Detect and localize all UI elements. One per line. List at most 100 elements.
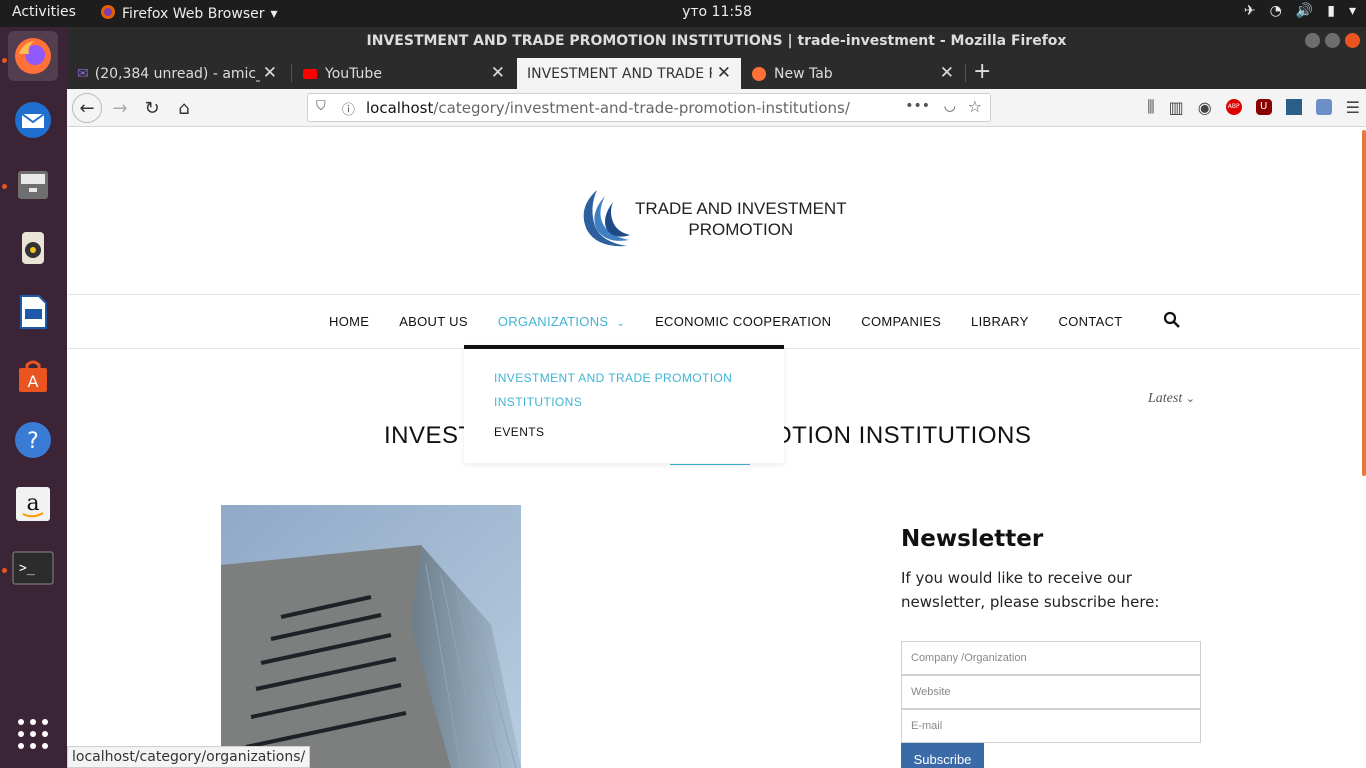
firefox-icon bbox=[15, 38, 51, 74]
page-scrollbar[interactable] bbox=[1360, 128, 1366, 768]
files-icon bbox=[18, 171, 48, 199]
extension-icon[interactable] bbox=[1285, 99, 1302, 115]
menu-item-contact[interactable]: CONTACT bbox=[1059, 314, 1123, 329]
dock-terminal[interactable]: >_ bbox=[8, 543, 58, 593]
sidebar-icon[interactable]: ▥ bbox=[1169, 98, 1184, 117]
shield-icon[interactable]: ⛉ bbox=[316, 99, 326, 114]
library-icon[interactable]: ⫼ bbox=[1147, 97, 1154, 117]
chevron-down-icon[interactable]: ▾ bbox=[1349, 3, 1356, 19]
menu-icon[interactable]: ☰ bbox=[1346, 98, 1360, 117]
dock-writer[interactable] bbox=[8, 287, 58, 337]
dock-amazon[interactable]: a bbox=[8, 479, 58, 529]
svg-text:A: A bbox=[28, 372, 39, 391]
menu-item-library[interactable]: LIBRARY bbox=[971, 314, 1029, 329]
post-thumbnail-image[interactable] bbox=[221, 505, 521, 768]
menu-item-economic-cooperation[interactable]: ECONOMIC COOPERATION bbox=[655, 314, 831, 329]
website-field[interactable]: Website bbox=[901, 675, 1201, 709]
logo-swoosh-icon bbox=[583, 190, 630, 247]
shopping-bag-icon: A bbox=[19, 360, 47, 392]
tab-email[interactable]: ✉ (20,384 unread) - amic_d ✕ bbox=[67, 58, 287, 89]
close-tab-icon[interactable]: ✕ bbox=[940, 63, 954, 83]
url-host: localhost bbox=[366, 99, 434, 117]
info-icon[interactable]: ⓘ bbox=[342, 99, 355, 118]
search-icon[interactable] bbox=[1163, 311, 1181, 333]
main-menu: HOME ABOUT US ORGANIZATIONS ⌄ ECONOMIC CO… bbox=[329, 314, 1153, 329]
dock-help[interactable]: ? bbox=[8, 415, 58, 465]
dock-rhythmbox[interactable] bbox=[8, 223, 58, 273]
window-titlebar[interactable]: INVESTMENT AND TRADE PROMOTION INSTITUTI… bbox=[67, 27, 1366, 56]
account-icon[interactable]: ◉ bbox=[1198, 98, 1212, 117]
adblock-icon[interactable]: ABP bbox=[1225, 99, 1242, 115]
svg-text:>_: >_ bbox=[19, 561, 35, 576]
link-status-bar: localhost/category/organizations/ bbox=[67, 746, 311, 768]
speaker-icon bbox=[22, 232, 44, 264]
home-icon[interactable]: ⌂ bbox=[169, 93, 199, 123]
organizations-submenu: INVESTMENT AND TRADE PROMOTION INSTITUTI… bbox=[464, 345, 784, 463]
email-icon: ✉ bbox=[77, 65, 89, 82]
firefox-icon bbox=[752, 66, 766, 81]
menu-item-home[interactable]: HOME bbox=[329, 314, 369, 329]
close-window-button[interactable] bbox=[1345, 33, 1360, 48]
volume-icon[interactable]: 🔊 bbox=[1296, 3, 1313, 19]
tab-current[interactable]: INVESTMENT AND TRADE P ✕ bbox=[517, 58, 741, 89]
sort-dropdown[interactable]: Latest ⌄ bbox=[1148, 391, 1195, 407]
subscribe-button[interactable]: Subscribe bbox=[901, 743, 984, 768]
minimize-button[interactable] bbox=[1305, 33, 1320, 48]
url-text: localhost/category/investment-and-trade-… bbox=[366, 99, 850, 117]
submenu-item-events[interactable]: EVENTS bbox=[494, 420, 544, 444]
dock-firefox[interactable] bbox=[8, 31, 58, 81]
svg-text:?: ? bbox=[27, 429, 39, 454]
system-tray[interactable]: ✈ ◔ 🔊 ▮ ▾ bbox=[1244, 3, 1356, 19]
reload-button[interactable]: ↻ bbox=[137, 93, 167, 123]
thunderbird-icon bbox=[15, 102, 51, 138]
pocket-icon[interactable]: ◡ bbox=[944, 98, 956, 114]
clock[interactable]: уто 11:58 bbox=[0, 4, 1366, 20]
maximize-button[interactable] bbox=[1325, 33, 1340, 48]
logo-text-line1: TRADE AND INVESTMENT bbox=[635, 199, 847, 218]
forward-button[interactable]: → bbox=[105, 93, 135, 123]
menu-item-about-us[interactable]: ABOUT US bbox=[399, 314, 468, 329]
scrollbar-thumb[interactable] bbox=[1362, 130, 1366, 476]
site-logo[interactable]: TRADE AND INVESTMENT PROMOTION bbox=[575, 188, 847, 250]
tab-youtube[interactable]: YouTube ✕ bbox=[293, 58, 515, 89]
submenu-item-investment-institutions[interactable]: INVESTMENT AND TRADE PROMOTION INSTITUTI… bbox=[494, 366, 744, 414]
help-icon: ? bbox=[15, 422, 51, 458]
extension-2-icon[interactable] bbox=[1315, 99, 1332, 115]
tab-label: INVESTMENT AND TRADE P bbox=[527, 65, 712, 82]
dock: A ? a >_ bbox=[0, 27, 67, 768]
grid-icon bbox=[18, 719, 48, 749]
web-page: TRADE AND INVESTMENT PROMOTION HOME ABOU… bbox=[67, 128, 1366, 768]
menu-item-organizations[interactable]: ORGANIZATIONS ⌄ bbox=[498, 314, 625, 329]
dock-thunderbird[interactable] bbox=[8, 95, 58, 145]
email-field[interactable]: E-mail bbox=[901, 709, 1201, 743]
accessibility-icon[interactable]: ✈ bbox=[1244, 3, 1256, 19]
tab-label: New Tab bbox=[774, 65, 833, 82]
menu-item-label: ORGANIZATIONS bbox=[497, 314, 609, 329]
url-path: /category/investment-and-trade-promotion… bbox=[433, 99, 850, 117]
newsletter-title: Newsletter bbox=[901, 526, 1044, 552]
close-tab-icon[interactable]: ✕ bbox=[491, 63, 505, 83]
menu-item-companies[interactable]: COMPANIES bbox=[861, 314, 941, 329]
chevron-down-icon: ⌄ bbox=[1185, 393, 1195, 405]
show-apps-button[interactable] bbox=[8, 709, 58, 759]
close-tab-icon[interactable]: ✕ bbox=[263, 63, 277, 83]
sort-label: Latest bbox=[1148, 391, 1183, 406]
bookmark-star-icon[interactable]: ☆ bbox=[968, 97, 982, 116]
tab-label: YouTube bbox=[325, 65, 382, 82]
company-field[interactable]: Company /Organization bbox=[901, 641, 1201, 675]
newsletter-widget: Newsletter If you would like to receive … bbox=[901, 526, 1201, 614]
new-tab-button[interactable]: + bbox=[973, 59, 991, 84]
url-bar[interactable]: ⛉ ⓘ localhost/category/investment-and-tr… bbox=[307, 93, 991, 122]
wifi-icon[interactable]: ◔ bbox=[1270, 3, 1282, 19]
tab-new[interactable]: New Tab ✕ bbox=[742, 58, 964, 89]
document-icon bbox=[20, 295, 47, 329]
more-actions-icon[interactable]: ••• bbox=[905, 98, 930, 114]
back-button[interactable]: ← bbox=[72, 93, 102, 123]
dock-software[interactable]: A bbox=[8, 351, 58, 401]
chevron-down-icon: ⌄ bbox=[616, 318, 626, 329]
navigation-toolbar: ← → ↻ ⌂ ⛉ ⓘ localhost/category/investmen… bbox=[67, 89, 1366, 127]
ublock-icon[interactable]: U bbox=[1255, 99, 1272, 115]
dock-files[interactable] bbox=[8, 159, 58, 209]
battery-icon[interactable]: ▮ bbox=[1327, 3, 1335, 19]
close-tab-icon[interactable]: ✕ bbox=[717, 63, 731, 83]
